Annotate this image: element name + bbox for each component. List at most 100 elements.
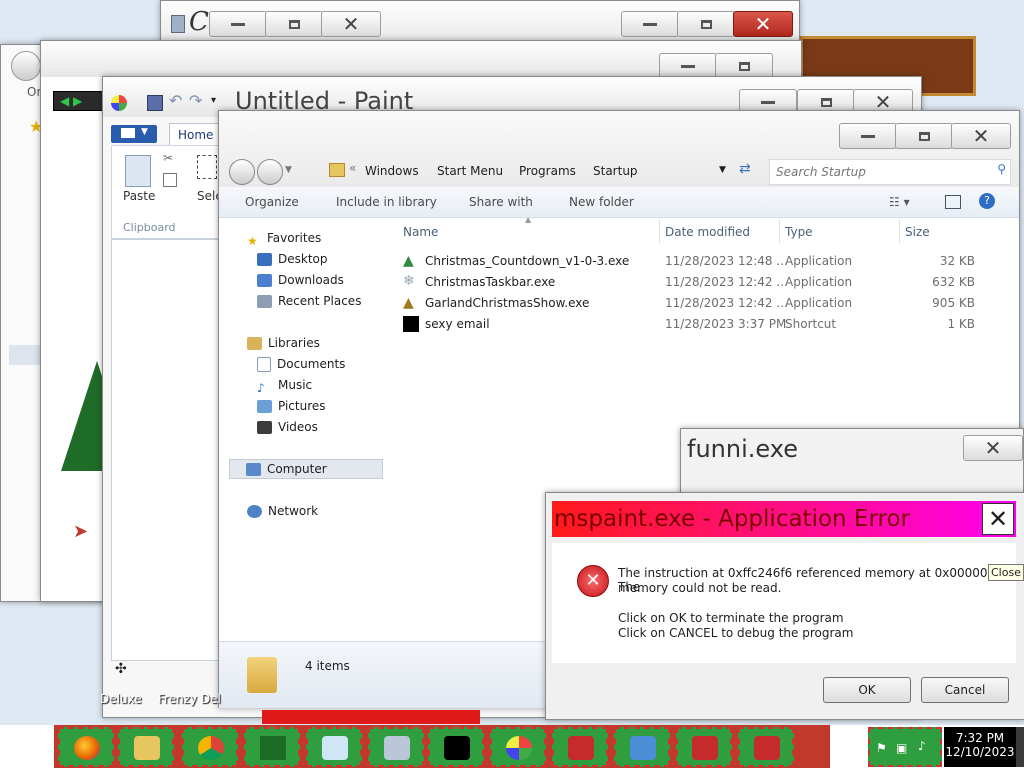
taskbar-control-panel[interactable]: [614, 727, 670, 767]
cut-icon[interactable]: ✂: [163, 151, 173, 165]
back-button[interactable]: [11, 51, 41, 81]
taskbar-toolbox-1[interactable]: [552, 727, 608, 767]
close-button[interactable]: ✕: [951, 123, 1011, 149]
close-button[interactable]: ✕: [963, 435, 1023, 461]
file-name: ChristmasTaskbar.exe: [425, 275, 556, 289]
refresh-icon[interactable]: ⇄: [739, 161, 751, 177]
paste-label[interactable]: Paste: [123, 189, 155, 203]
network-tray-icon[interactable]: ▣: [896, 741, 907, 755]
taskbar-calculator[interactable]: [368, 727, 424, 767]
taskbar-firefox[interactable]: [58, 727, 114, 767]
nav-computer[interactable]: Computer: [229, 459, 383, 479]
firefox-icon: [74, 736, 100, 760]
minimize-button[interactable]: [209, 11, 267, 37]
ok-button[interactable]: OK: [823, 677, 911, 703]
control-panel-icon: [630, 736, 656, 760]
paste-icon[interactable]: [125, 155, 151, 187]
back-button[interactable]: [229, 159, 255, 185]
column-header-type[interactable]: Type: [785, 225, 813, 239]
error-dialog[interactable]: mspaint.exe - Application Error ✕ ✕ The …: [545, 492, 1024, 720]
column-divider: [899, 219, 900, 243]
search-box[interactable]: ⚲: [769, 159, 1011, 185]
breadcrumb-windows[interactable]: Windows: [365, 164, 419, 178]
taskbar-toolbox-3[interactable]: [738, 727, 794, 767]
play-controls[interactable]: ◀ ▶: [53, 91, 107, 111]
breadcrumb-startup[interactable]: Startup: [593, 164, 638, 178]
taskbar-cmd[interactable]: [428, 727, 484, 767]
file-row[interactable]: ❄ ChristmasTaskbar.exe 11/28/2023 12:42 …: [403, 272, 983, 292]
nav-downloads[interactable]: Downloads: [257, 271, 344, 289]
address-dropdown-icon[interactable]: ▼: [719, 165, 726, 175]
error-body: [552, 543, 1016, 663]
nav-videos[interactable]: Videos: [257, 418, 318, 436]
address-bar[interactable]: « Windows Start Menu Programs Startup ▼ …: [321, 159, 761, 183]
star-icon: ★: [247, 234, 258, 248]
search-input[interactable]: [774, 162, 988, 182]
close-button[interactable]: ✕: [321, 11, 381, 37]
funni-title: funni.exe: [687, 435, 798, 463]
desktop-label-deluxe[interactable]: Deluxe: [100, 692, 142, 706]
nav-pictures[interactable]: Pictures: [257, 397, 326, 415]
nav-documents[interactable]: Documents: [257, 355, 345, 373]
taskbar-toolbox-2[interactable]: [676, 727, 732, 767]
maximize-button[interactable]: [895, 123, 953, 149]
toolbox-icon: [754, 736, 780, 760]
search-icon[interactable]: ⚲: [997, 162, 1006, 176]
tab-home[interactable]: Home: [169, 123, 219, 146]
nav-favorites[interactable]: ★ Favorites: [247, 229, 321, 248]
include-in-library-button[interactable]: Include in library: [336, 195, 437, 209]
minimize-button[interactable]: [839, 123, 897, 149]
view-options-icon[interactable]: ☷ ▾: [889, 195, 910, 209]
file-row[interactable]: sexy email 11/28/2023 3:37 PM Shortcut 1…: [403, 314, 983, 334]
paint-file-menu-button[interactable]: ▼: [111, 125, 157, 143]
save-icon[interactable]: [147, 95, 163, 111]
new-folder-button[interactable]: New folder: [569, 195, 634, 209]
taskbar-explorer[interactable]: [118, 727, 174, 767]
organize-button[interactable]: Organize: [245, 195, 299, 209]
share-with-button[interactable]: Share with: [469, 195, 533, 209]
close-button[interactable]: ✕: [733, 11, 793, 37]
show-desktop-button[interactable]: [1016, 727, 1024, 767]
cancel-button[interactable]: Cancel: [921, 677, 1009, 703]
column-header-name[interactable]: Name: [403, 225, 438, 239]
help-icon[interactable]: ?: [979, 193, 995, 209]
file-size: 1 KB: [947, 317, 975, 331]
maximize-button[interactable]: [265, 11, 323, 37]
preview-pane-icon[interactable]: [945, 195, 961, 209]
breadcrumb-programs[interactable]: Programs: [519, 164, 576, 178]
minimize-button[interactable]: [621, 11, 679, 37]
taskbar-christmas-tree[interactable]: [244, 727, 300, 767]
videos-icon: [257, 421, 272, 434]
quick-access-dropdown-icon[interactable]: ▾: [211, 95, 216, 106]
nav-network[interactable]: Network: [247, 502, 318, 520]
nav-desktop[interactable]: Desktop: [257, 250, 328, 268]
undo-icon[interactable]: ↶: [169, 91, 182, 110]
taskbar-notepad[interactable]: [306, 727, 362, 767]
file-row[interactable]: ▲ GarlandChristmasShow.exe 11/28/2023 12…: [403, 293, 983, 313]
select-icon[interactable]: [197, 155, 217, 179]
clock-area[interactable]: 7:32 PM 12/10/2023: [944, 727, 1016, 767]
nav-dropdown-icon[interactable]: ▼: [285, 165, 292, 175]
nav-music[interactable]: ♪ Music: [257, 376, 312, 395]
copy-icon[interactable]: [163, 173, 177, 187]
breadcrumb-start-menu[interactable]: Start Menu: [437, 164, 503, 178]
file-type: Application: [785, 254, 853, 268]
desktop-label-frenzy[interactable]: Frenzy Del: [158, 692, 221, 706]
column-header-date[interactable]: Date modified: [665, 225, 750, 239]
flag-icon[interactable]: ⚑: [876, 741, 887, 755]
file-size: 905 KB: [932, 296, 975, 310]
nav-recent-places[interactable]: Recent Places: [257, 292, 361, 310]
error-close-button[interactable]: ✕: [982, 503, 1014, 535]
redo-icon[interactable]: ↷: [189, 91, 202, 110]
file-type: Application: [785, 275, 853, 289]
taskbar-chrome[interactable]: [182, 727, 238, 767]
taskbar-paint[interactable]: [490, 727, 546, 767]
nav-libraries[interactable]: Libraries: [247, 334, 320, 352]
paint-app-icon: [111, 95, 127, 111]
volume-icon[interactable]: ♪: [918, 739, 926, 753]
column-header-size[interactable]: Size: [905, 225, 930, 239]
file-date: 11/28/2023 12:48 ...: [665, 254, 788, 268]
forward-button[interactable]: [257, 159, 283, 185]
file-row[interactable]: ▲ Christmas_Countdown_v1-0-3.exe 11/28/2…: [403, 251, 983, 271]
maximize-button[interactable]: [677, 11, 735, 37]
